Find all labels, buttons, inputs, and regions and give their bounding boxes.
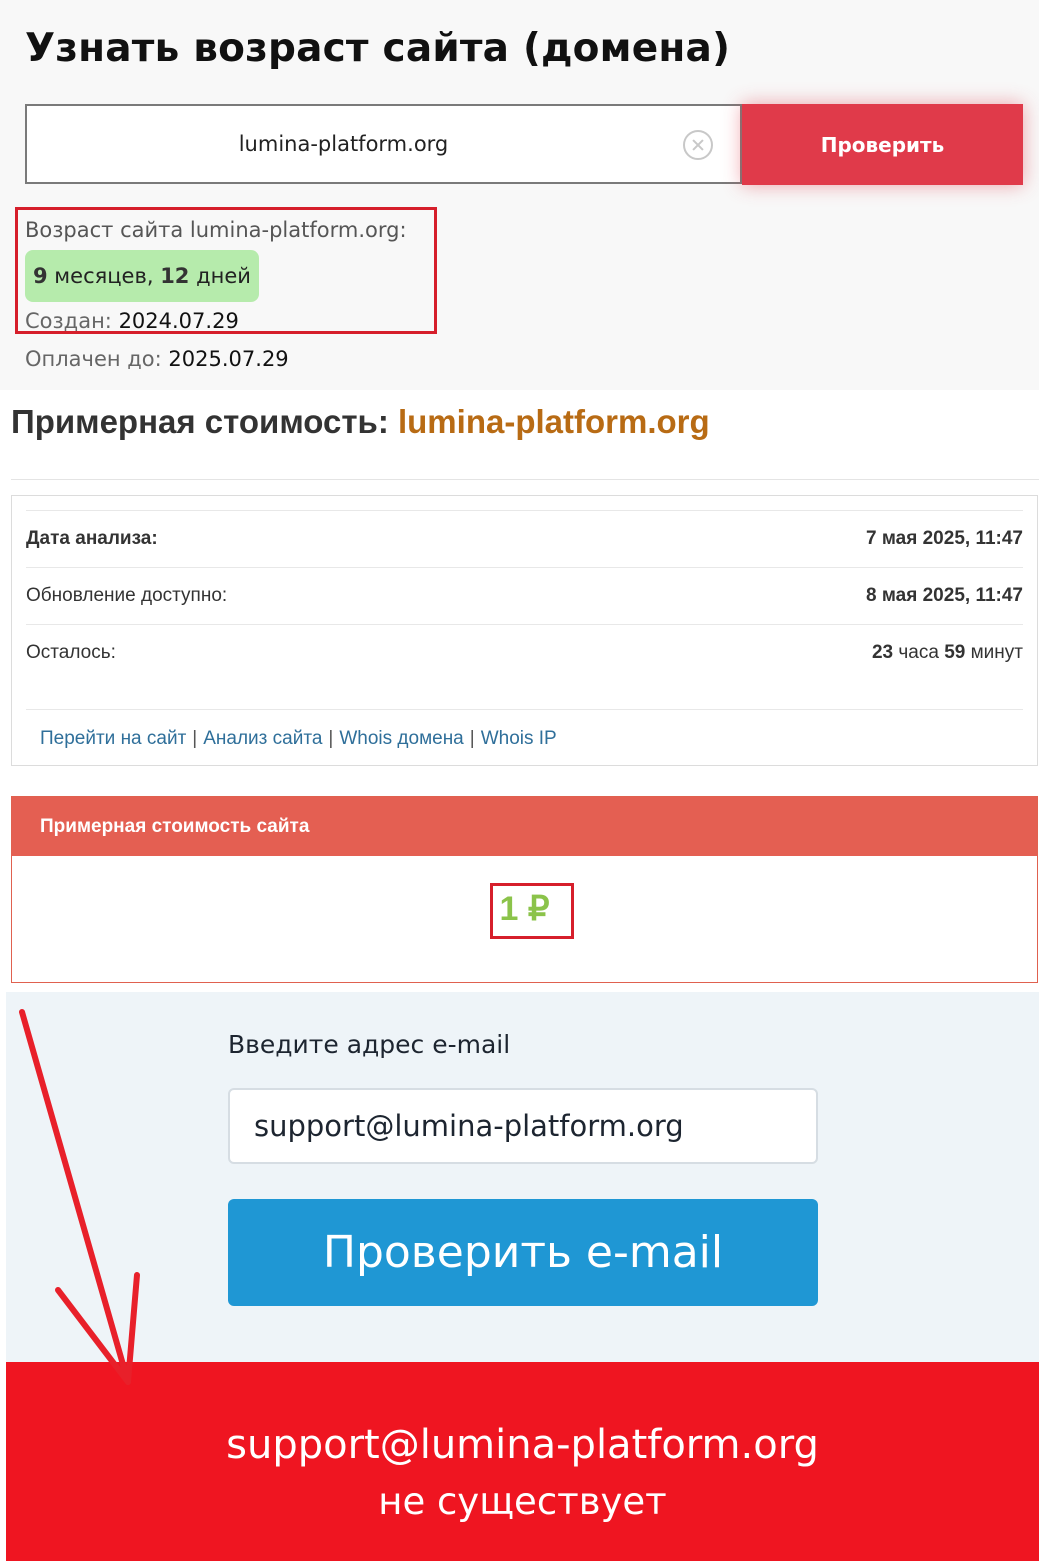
site-links: Перейти на сайт | Анализ сайта | Whois д… [26,709,1023,767]
remaining-hours-word: часа [893,642,945,663]
remaining-hours-number: 23 [871,642,894,663]
divider [11,479,1039,480]
info-row-remaining: Осталось: 23 часа 59 минут [26,624,1023,681]
info-row-label: Обновление доступно: [26,585,228,606]
cost-heading: Примерная стоимость: lumina-platform.org [11,403,710,441]
link-separator: | [469,727,475,749]
site-price-box: Примерная стоимость сайта 1 ₽ [11,796,1038,983]
link-go-to-site[interactable]: Перейти на сайт [40,728,186,750]
result-status: не существует [378,1480,667,1523]
annotation-highlight-price [490,883,574,939]
price-header: Примерная стоимость сайта [12,797,1037,856]
email-label: Введите адрес e-mail [228,1030,511,1059]
check-email-button[interactable]: Проверить e-mail [228,1199,818,1306]
result-email: support@lumina-platform.org [226,1422,819,1468]
link-site-analysis[interactable]: Анализ сайта [203,728,322,750]
info-row-analysis-date: Дата анализа: 7 мая 2025, 11:47 [26,510,1023,567]
remaining-minutes-number: 59 [944,642,966,663]
email-result-banner: support@lumina-platform.org не существуе… [6,1362,1039,1561]
info-row-update-available: Обновление доступно: 8 мая 2025, 11:47 [26,567,1023,624]
link-separator: | [192,727,198,749]
check-domain-button[interactable]: Проверить [742,104,1023,185]
annotation-highlight-age [15,207,437,334]
link-separator: | [328,727,334,749]
email-input[interactable]: support@lumina-platform.org [228,1088,818,1164]
info-row-value: 7 мая 2025, 11:47 [866,528,1023,549]
info-row-label: Дата анализа: [26,528,158,549]
paid-line: Оплачен до: 2025.07.29 [25,347,289,371]
cost-heading-prefix: Примерная стоимость: [11,403,389,440]
email-check-section: Введите адрес e-mail support@lumina-plat… [6,992,1039,1362]
info-row-value: 23 часа 59 минут [872,642,1023,664]
info-row-value: 8 мая 2025, 11:47 [866,585,1023,606]
paid-label: Оплачен до: [25,347,162,371]
paid-value: 2025.07.29 [168,347,289,371]
domain-input-value[interactable]: lumina-platform.org [27,106,660,182]
page-title: Узнать возраст сайта (домена) [25,26,731,71]
cost-heading-domain: lumina-platform.org [397,403,710,440]
analysis-info-box: Дата анализа: 7 мая 2025, 11:47 Обновлен… [11,495,1038,766]
domain-age-section: Узнать возраст сайта (домена) lumina-pla… [0,0,1039,390]
domain-input[interactable]: lumina-platform.org [25,104,742,184]
link-whois-ip[interactable]: Whois IP [481,728,557,750]
info-row-label: Осталось: [26,642,116,663]
link-whois-domain[interactable]: Whois домена [339,728,463,750]
remaining-minutes-word: минут [965,642,1023,663]
clear-icon[interactable] [683,130,713,160]
